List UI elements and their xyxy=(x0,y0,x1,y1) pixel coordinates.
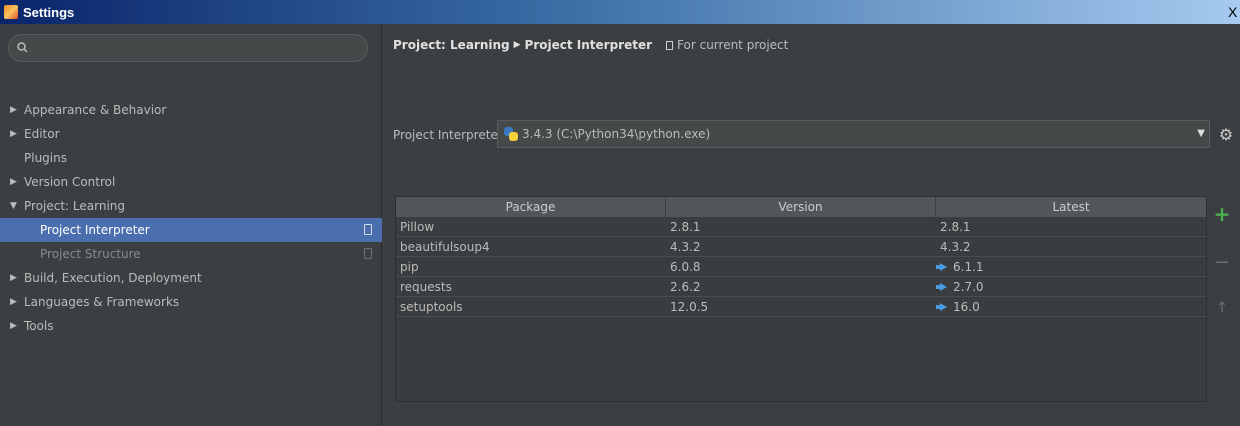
cell-package: Pillow xyxy=(400,219,435,234)
table-header: Package Version Latest xyxy=(396,197,1206,217)
expand-arrow-icon[interactable]: ▶ xyxy=(10,297,22,307)
sidebar-item-label: Project Structure xyxy=(40,247,141,261)
sidebar-item-label: Tools xyxy=(24,319,54,333)
sidebar-item-label: Languages & Frameworks xyxy=(24,295,180,309)
table-row[interactable]: beautifulsoup4 4.3.2 4.3.2 xyxy=(396,237,1206,257)
title-bar: Settings X xyxy=(0,0,1240,24)
search-icon xyxy=(17,42,28,53)
sidebar-item-build-execution-deployment[interactable]: ▶ Build, Execution, Deployment xyxy=(0,266,382,290)
close-button[interactable]: X xyxy=(1228,2,1240,22)
column-header-version[interactable]: Version xyxy=(666,197,936,217)
latest-value: 2.7.0 xyxy=(953,279,984,294)
sidebar-item-label: Version Control xyxy=(24,175,116,189)
window-title: Settings xyxy=(23,4,75,20)
cell-latest: 4.3.2 xyxy=(936,237,1206,256)
cell-version: 2.8.1 xyxy=(670,219,701,234)
cell-latest: 2.8.1 xyxy=(936,217,1206,236)
upgrade-available-icon xyxy=(936,262,947,271)
sidebar-item-label: Editor xyxy=(24,127,60,141)
expand-arrow-icon[interactable]: ▶ xyxy=(10,321,22,331)
sidebar-item-label: Appearance & Behavior xyxy=(24,103,167,117)
latest-value: 2.8.1 xyxy=(940,219,971,234)
settings-search[interactable] xyxy=(8,34,368,62)
settings-main-panel: Project: Learning ▶ Project Interpreter … xyxy=(383,24,1240,426)
sidebar-item-project-structure[interactable]: Project Structure xyxy=(0,242,382,266)
dropdown-arrow-icon[interactable]: ▼ xyxy=(1197,128,1205,139)
sidebar-item-languages-frameworks[interactable]: ▶ Languages & Frameworks xyxy=(0,290,382,314)
for-current-project-label: For current project xyxy=(677,38,789,52)
for-current-project: For current project xyxy=(666,38,788,52)
settings-sidebar: ▶ Appearance & Behavior ▶ Editor Plugins… xyxy=(0,24,382,426)
python-logo-icon xyxy=(504,127,518,141)
table-row[interactable]: pip 6.0.8 6.1.1 xyxy=(396,257,1206,277)
latest-value: 4.3.2 xyxy=(940,239,971,254)
sidebar-item-editor[interactable]: ▶ Editor xyxy=(0,122,382,146)
add-package-button[interactable]: + xyxy=(1212,202,1232,226)
upgrade-package-button[interactable]: ↑ xyxy=(1212,296,1232,320)
remove-package-button[interactable]: − xyxy=(1212,250,1232,274)
cell-package: setuptools xyxy=(400,299,463,314)
upgrade-available-icon xyxy=(936,302,947,311)
search-input[interactable] xyxy=(35,39,355,57)
interpreter-label: Project Interpreter: xyxy=(393,128,507,142)
table-row[interactable]: requests 2.6.2 2.7.0 xyxy=(396,277,1206,297)
sidebar-item-project-learning[interactable]: ▼ Project: Learning xyxy=(0,194,382,218)
table-row[interactable]: Pillow 2.8.1 2.8.1 xyxy=(396,217,1206,237)
column-header-latest[interactable]: Latest xyxy=(936,197,1206,217)
packages-table: Package Version Latest Pillow 2.8.1 2.8.… xyxy=(395,196,1207,402)
cell-version: 2.6.2 xyxy=(670,279,701,294)
upgrade-available-icon xyxy=(936,282,947,291)
cell-version: 6.0.8 xyxy=(670,259,701,274)
expand-arrow-icon[interactable]: ▶ xyxy=(10,273,22,283)
interpreter-value: 3.4.3 (C:\Python34\python.exe) xyxy=(522,127,711,141)
breadcrumb: Project: Learning ▶ Project Interpreter … xyxy=(393,38,788,52)
interpreter-select[interactable]: 3.4.3 (C:\Python34\python.exe) ▼ xyxy=(497,120,1210,148)
project-scope-icon xyxy=(364,224,372,235)
cell-version: 4.3.2 xyxy=(670,239,701,254)
expand-arrow-icon[interactable]: ▶ xyxy=(10,177,22,187)
table-row[interactable]: setuptools 12.0.5 16.0 xyxy=(396,297,1206,317)
project-scope-icon xyxy=(666,40,674,50)
sidebar-item-appearance-behavior[interactable]: ▶ Appearance & Behavior xyxy=(0,98,382,122)
latest-value: 6.1.1 xyxy=(953,259,984,274)
expand-arrow-icon[interactable]: ▶ xyxy=(10,129,22,139)
breadcrumb-project: Project: Learning xyxy=(393,38,510,52)
project-scope-icon xyxy=(364,248,372,259)
column-header-package[interactable]: Package xyxy=(396,197,666,217)
breadcrumb-separator-icon: ▶ xyxy=(513,40,521,50)
sidebar-item-label: Build, Execution, Deployment xyxy=(24,271,202,285)
collapse-arrow-icon[interactable]: ▼ xyxy=(10,201,22,211)
expand-arrow-icon[interactable]: ▶ xyxy=(10,105,22,115)
sidebar-item-plugins[interactable]: Plugins xyxy=(0,146,382,170)
interpreter-settings-gear-icon[interactable]: ⚙ xyxy=(1216,122,1236,146)
cell-latest: 16.0 xyxy=(936,297,1206,316)
sidebar-item-tools[interactable]: ▶ Tools xyxy=(0,314,382,338)
pycharm-logo-icon xyxy=(4,5,18,19)
sidebar-item-project-interpreter[interactable]: Project Interpreter xyxy=(0,218,382,242)
cell-package: pip xyxy=(400,259,419,274)
cell-version: 12.0.5 xyxy=(670,299,709,314)
sidebar-item-label: Project Interpreter xyxy=(40,223,150,237)
cell-latest: 2.7.0 xyxy=(936,277,1206,296)
cell-package: requests xyxy=(400,279,452,294)
cell-package: beautifulsoup4 xyxy=(400,239,490,254)
sidebar-item-version-control[interactable]: ▶ Version Control xyxy=(0,170,382,194)
sidebar-item-label: Project: Learning xyxy=(24,199,126,213)
sidebar-item-label: Plugins xyxy=(24,151,67,165)
breadcrumb-page: Project Interpreter xyxy=(524,38,653,52)
latest-value: 16.0 xyxy=(953,299,980,314)
cell-latest: 6.1.1 xyxy=(936,257,1206,276)
